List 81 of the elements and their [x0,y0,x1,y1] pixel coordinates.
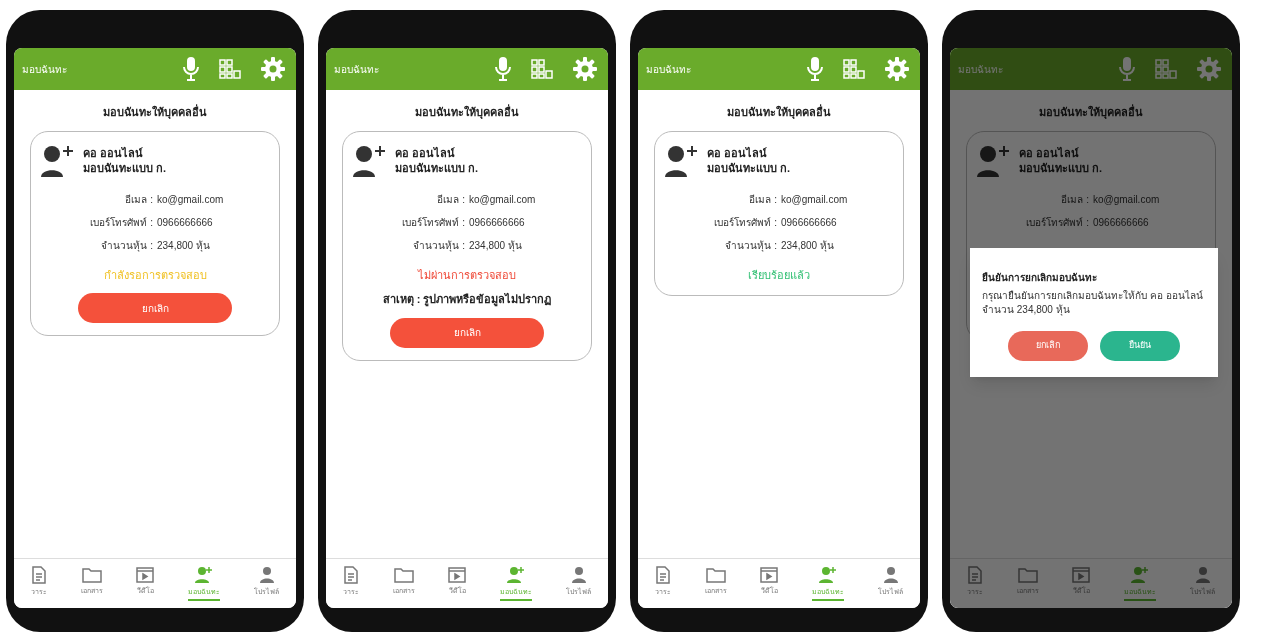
field-label: เบอร์โทรศัพท์ : [713,215,777,230]
field-value: 0966666666 [157,215,214,230]
status-text: เรียบร้อยแล้ว [748,267,810,283]
page-title: มอบฉันทะให้บุคคลอื่น [103,104,207,121]
page-title: มอบฉันทะให้บุคคลอื่น [415,104,519,121]
field-value: ko@gmail.com [469,192,537,207]
folder-icon [81,566,102,583]
microphone-icon[interactable] [1118,56,1136,82]
dialog-amount: จำนวน 234,800 หุ้น [982,303,1071,317]
dialog-message: กรุณายืนยันการยกเลิกมอบฉันทะให้กับ คอ ออนไลน์ [982,289,1204,303]
field-label: จำนวนหุ้น : [724,238,777,253]
field-value: 0966666666 [1093,215,1150,230]
document-icon [342,565,359,584]
field-value: ko@gmail.com [781,192,849,207]
microphone-icon[interactable] [806,56,824,82]
field-value: ko@gmail.com [1093,192,1161,207]
grid-icon[interactable] [218,58,242,80]
settings-icon[interactable] [1196,56,1222,82]
header-title: มอบฉันทะ [334,62,380,77]
add-person-icon [506,565,527,584]
grid-icon[interactable] [530,58,554,80]
page-title: มอบฉันทะให้บุคคลอื่น [727,104,831,121]
person-icon [258,565,275,584]
grid-icon[interactable] [842,58,866,80]
proxy-name: คอ ออนไลน์ [395,145,457,161]
grid-icon[interactable] [1154,58,1178,80]
field-value: 0966666666 [781,215,838,230]
field-label: จำนวนหุ้น : [412,238,465,253]
document-icon [966,565,983,584]
video-icon [1072,566,1091,583]
field-value: 0966666666 [469,215,526,230]
field-label: เบอร์โทรศัพท์ : [401,215,465,230]
proxy-name: คอ ออนไลน์ [1019,145,1081,161]
dialog-title: ยืนยันการยกเลิกมอบฉันทะ [982,271,1098,285]
field-label: อีเมล : [124,192,153,207]
proxy-type: มอบฉันทะแบบ ก. [707,160,791,176]
field-label: อีเมล : [748,192,777,207]
status-text: กำลังรอการตรวจสอบ [103,267,207,283]
settings-icon[interactable] [260,56,286,82]
field-label: เบอร์โทรศัพท์ : [1025,215,1089,230]
field-value: 234,800 หุ้น [469,238,523,253]
video-icon [136,566,155,583]
field-label: อีเมล : [436,192,465,207]
field-label: จำนวนหุ้น : [100,238,153,253]
proxy-type: มอบฉันทะแบบ ก. [83,160,167,176]
settings-icon[interactable] [572,56,598,82]
video-icon [760,566,779,583]
field-value: ko@gmail.com [157,192,225,207]
header-title: มอบฉันทะ [22,62,68,77]
proxy-type: มอบฉันทะแบบ ก. [1019,160,1103,176]
document-icon [30,565,47,584]
folder-icon [705,566,726,583]
confirm-button[interactable]: ยืนยัน [1100,331,1180,361]
add-person-icon [1130,565,1151,584]
person-icon [1194,565,1211,584]
field-label: อีเมล : [1060,192,1089,207]
video-icon [448,566,467,583]
reason-text: สาเหตุ : รูปภาพหรือข้อมูลไม่ปรากฏ [382,292,552,308]
cancel-button[interactable]: ยกเลิก [78,293,232,323]
proxy-type: มอบฉันทะแบบ ก. [395,160,479,176]
field-value: 234,800 หุ้น [781,238,835,253]
field-label: เบอร์โทรศัพท์ : [89,215,153,230]
person-icon [570,565,587,584]
microphone-icon[interactable] [494,56,512,82]
proxy-name: คอ ออนไลน์ [83,145,145,161]
field-value: 234,800 หุ้น [157,238,211,253]
settings-icon[interactable] [884,56,910,82]
person-icon [882,565,899,584]
folder-icon [393,566,414,583]
add-person-icon [194,565,215,584]
folder-icon [1017,566,1038,583]
status-text: ไม่ผ่านการตรวจสอบ [418,267,516,283]
proxy-name: คอ ออนไลน์ [707,145,769,161]
microphone-icon[interactable] [182,56,200,82]
add-person-icon [818,565,839,584]
header-title: มอบฉันทะ [958,62,1004,77]
header-title: มอบฉันทะ [646,62,692,77]
page-title: มอบฉันทะให้บุคคลอื่น [1039,104,1143,121]
document-icon [654,565,671,584]
cancel-button[interactable]: ยกเลิก [1008,331,1088,361]
cancel-button[interactable]: ยกเลิก [390,317,544,348]
